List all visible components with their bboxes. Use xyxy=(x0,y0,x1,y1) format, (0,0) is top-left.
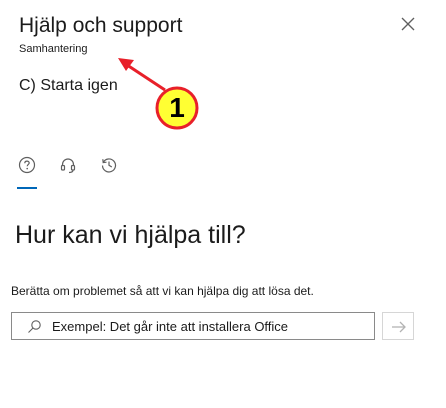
search-box xyxy=(11,312,375,340)
panel-title: Hjälp och support xyxy=(19,14,183,37)
tab-history[interactable] xyxy=(99,155,119,175)
search-input[interactable] xyxy=(52,313,370,339)
tab-contact[interactable] xyxy=(58,155,78,175)
close-button[interactable] xyxy=(398,14,418,34)
problem-description: Berätta om problemet så att vi kan hjälp… xyxy=(11,284,314,298)
headset-icon xyxy=(60,158,76,174)
search-icon xyxy=(28,320,41,333)
panel-subtitle: Samhantering xyxy=(19,43,88,55)
annotation-text: C) Starta igen xyxy=(19,77,118,94)
annotation-badge-number: 1 xyxy=(169,92,185,123)
arrow-right-icon xyxy=(392,321,406,333)
tab-help[interactable] xyxy=(17,155,37,175)
history-icon xyxy=(101,158,117,173)
close-icon xyxy=(401,17,415,31)
page-heading: Hur kan vi hjälpa till? xyxy=(15,221,246,249)
submit-button[interactable] xyxy=(382,312,414,340)
help-circle-icon xyxy=(18,156,36,174)
tab-selected-indicator xyxy=(17,187,37,189)
